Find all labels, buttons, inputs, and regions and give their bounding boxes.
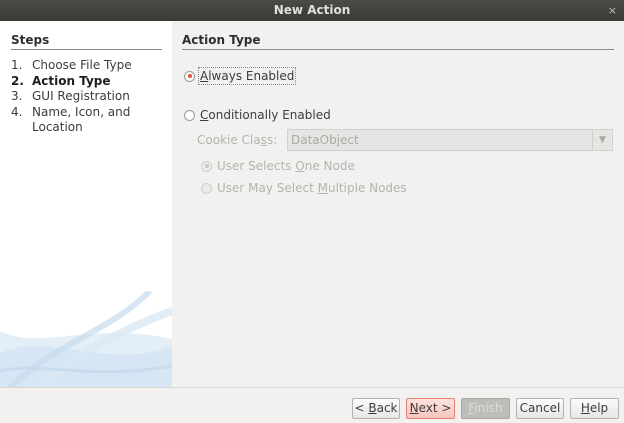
chevron-down-icon: ▼: [592, 130, 612, 150]
button-bar: < Back Next > Finish Cancel Help: [0, 387, 624, 423]
section-heading: Action Type: [182, 33, 614, 50]
step-number: 4.: [11, 104, 23, 119]
always-enabled-radio[interactable]: Always Enabled: [184, 67, 297, 85]
radio-label: User May Select Multiple Nodes: [217, 181, 407, 195]
cookie-class-select[interactable]: DataObject ▼: [287, 129, 613, 151]
steps-list: 1. Choose File Type 2. Action Type 3. GUI R…: [11, 58, 166, 136]
conditionally-enabled-radio[interactable]: Conditionally Enabled: [184, 108, 331, 122]
step-number: 1.: [11, 58, 23, 72]
content-panel: Action Type Always Enabled Conditionally…: [172, 21, 624, 387]
steps-panel: Steps 1. Choose File Type 2. Action Type 3…: [0, 21, 172, 387]
radio-indicator: [201, 160, 212, 172]
step-number: 3.: [11, 89, 23, 103]
step-label: Name, Icon, and Location: [32, 104, 131, 135]
window-title: New Action: [273, 3, 351, 17]
radio-label: Always Enabled: [197, 67, 297, 85]
wave-decoration: [0, 291, 172, 387]
steps-heading: Steps: [11, 33, 162, 50]
cancel-button[interactable]: Cancel: [516, 398, 564, 419]
step-item-1: 1. Choose File Type: [11, 58, 166, 74]
radio-label: User Selects One Node: [217, 159, 355, 173]
step-label: GUI Registration: [32, 89, 130, 103]
cookie-class-value: DataObject: [291, 133, 359, 147]
radio-indicator: [184, 70, 195, 82]
finish-button[interactable]: Finish: [461, 398, 510, 419]
close-icon[interactable]: ×: [608, 0, 617, 21]
cookie-class-label: Cookie Class:: [197, 133, 278, 147]
window-titlebar: New Action ×: [0, 0, 624, 21]
radio-label: Conditionally Enabled: [200, 108, 331, 122]
step-item-4: 4. Name, Icon, and Location: [11, 105, 166, 136]
help-button[interactable]: Help: [570, 398, 619, 419]
step-item-2: 2. Action Type: [11, 74, 166, 90]
one-node-radio[interactable]: User Selects One Node: [201, 159, 355, 173]
back-button[interactable]: < Back: [352, 398, 400, 419]
step-label: Choose File Type: [32, 58, 132, 72]
next-button[interactable]: Next >: [406, 398, 455, 419]
step-label: Action Type: [32, 73, 111, 88]
radio-indicator: [201, 182, 212, 194]
step-number: 2.: [11, 73, 24, 88]
multiple-nodes-radio[interactable]: User May Select Multiple Nodes: [201, 181, 407, 195]
radio-indicator: [184, 109, 195, 121]
step-item-3: 3. GUI Registration: [11, 89, 166, 105]
